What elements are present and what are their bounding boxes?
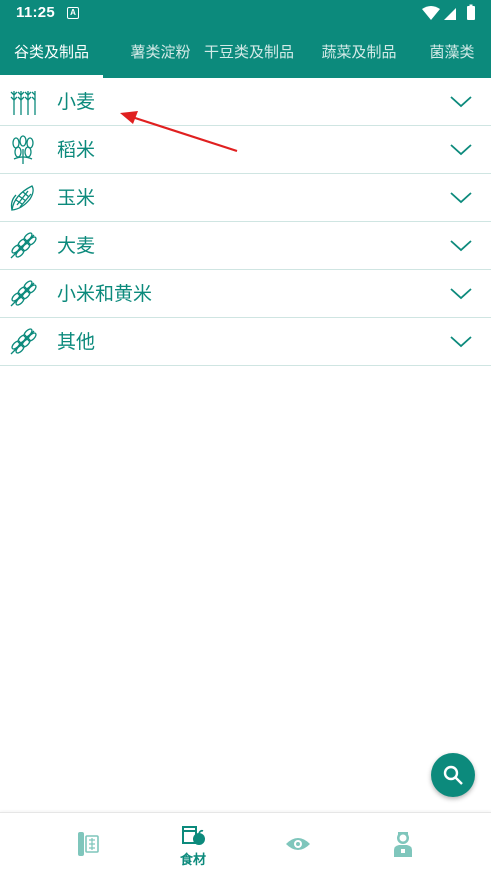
chevron-down-icon[interactable] — [449, 334, 473, 350]
list-item-label: 小米和黄米 — [57, 283, 153, 305]
wifi-icon — [422, 6, 440, 20]
list-item-label: 玉米 — [57, 187, 96, 209]
chevron-down-icon[interactable] — [449, 190, 473, 206]
battery-icon — [467, 6, 475, 20]
signal-icon — [444, 8, 456, 20]
nav-item-doctor[interactable] — [363, 813, 443, 874]
list-item-label: 其他 — [57, 331, 96, 353]
status-icons — [422, 4, 475, 20]
status-bar: 11:25 A — [0, 0, 491, 26]
food-basket-icon — [182, 826, 205, 845]
list-item-label: 稻米 — [57, 139, 96, 161]
chevron-down-icon[interactable] — [449, 142, 473, 158]
wheat-icon — [10, 91, 36, 115]
category-list: 小麦 稻米 玉米 大麦 小米和黄米 其他 — [0, 78, 491, 366]
list-item-label: 大麦 — [57, 235, 96, 257]
nav-item-ruler[interactable] — [47, 813, 127, 874]
search-button[interactable] — [431, 753, 475, 797]
millet-icon — [10, 280, 37, 307]
search-icon — [443, 765, 463, 785]
tab-fungi-algae[interactable]: 菌藻类 — [418, 26, 486, 78]
doctor-icon — [394, 832, 412, 857]
list-item[interactable]: 大麦 — [0, 222, 491, 270]
nav-item-eye[interactable] — [258, 813, 338, 874]
barley-icon — [10, 232, 37, 259]
list-item[interactable]: 稻米 — [0, 126, 491, 174]
list-item[interactable]: 其他 — [0, 318, 491, 366]
bottom-navigation: 食材 — [0, 812, 491, 874]
nav-item-ingredients[interactable]: 食材 — [153, 813, 233, 874]
list-item-label: 小麦 — [57, 91, 96, 113]
rice-icon — [12, 135, 34, 164]
ruler-icon — [78, 832, 99, 856]
list-item[interactable]: 小米和黄米 — [0, 270, 491, 318]
list-item[interactable]: 小麦 — [0, 78, 491, 126]
list-item[interactable]: 玉米 — [0, 174, 491, 222]
chevron-down-icon[interactable] — [449, 286, 473, 302]
status-time: 11:25 — [16, 4, 56, 21]
corn-icon — [10, 185, 34, 211]
nav-label-ingredients: 食材 — [179, 853, 206, 868]
notification-badge: A — [67, 7, 79, 19]
tab-dried-beans[interactable]: 干豆类及制品 — [193, 26, 305, 78]
chevron-down-icon[interactable] — [449, 238, 473, 254]
eye-icon — [286, 838, 310, 850]
grain-other-icon — [10, 328, 37, 355]
tab-vegetables[interactable]: 蔬菜及制品 — [306, 26, 412, 78]
tab-grains[interactable]: 谷类及制品 — [0, 26, 103, 78]
category-tabs: 谷类及制品 薯类淀粉 干豆类及制品 蔬菜及制品 菌藻类 — [0, 26, 491, 78]
chevron-down-icon[interactable] — [449, 94, 473, 110]
